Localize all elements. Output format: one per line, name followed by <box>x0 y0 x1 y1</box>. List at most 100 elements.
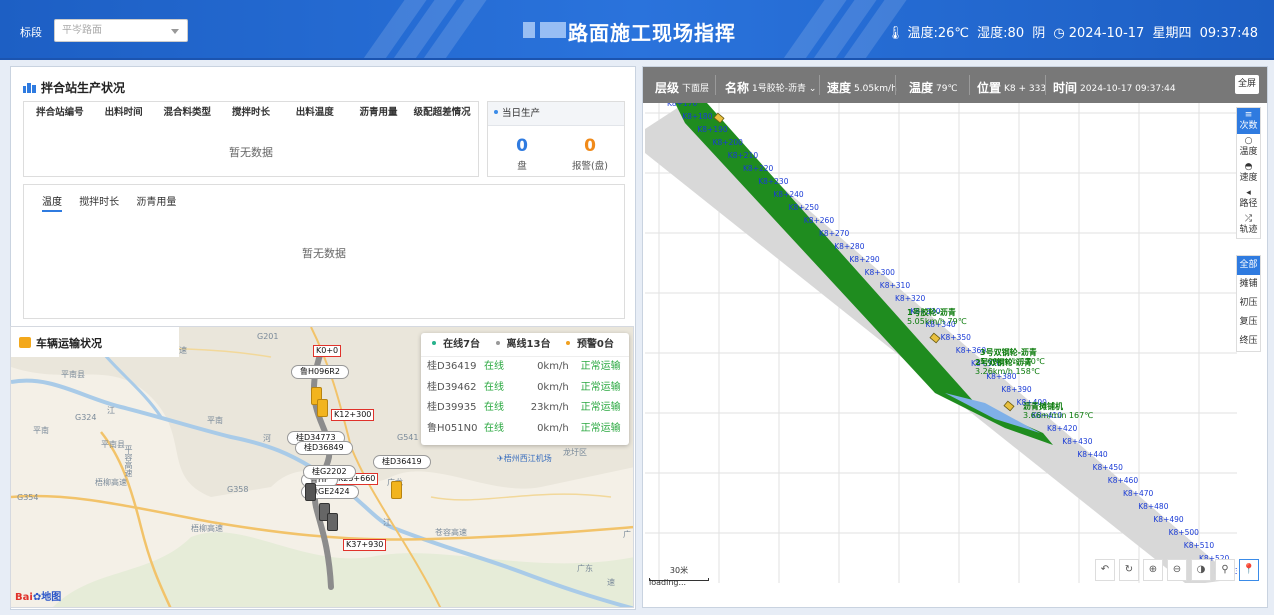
km-marker: K0+0 <box>313 345 342 357</box>
station-label: K8+300 <box>865 268 896 277</box>
truck-icon[interactable] <box>327 513 338 531</box>
position-info: 位置 K8 + 333 <box>977 79 1046 96</box>
chart-tabs-box: 温度 搅拌时长 沥青用量 暂无数据 <box>23 184 625 319</box>
vehicle-row[interactable]: 桂D36419 在线 0km/h 正常运输 <box>421 357 629 378</box>
map-label: G354 <box>17 493 39 502</box>
undo-icon[interactable]: ↶ <box>1095 559 1115 581</box>
vehicle-plate[interactable]: 桂D36419 <box>373 455 431 469</box>
station-label: K8+460 <box>1108 476 1139 485</box>
station-label: K8+440 <box>1077 450 1108 459</box>
vehicle-plate[interactable]: 桂D36849 <box>295 441 353 455</box>
filter-initial-press[interactable]: 初压 <box>1237 294 1260 313</box>
km-marker: K37+930 <box>343 539 387 551</box>
thermometer-icon: 🌡 <box>886 26 904 41</box>
map-label: 江 <box>383 518 391 527</box>
station-label: K8+170 <box>667 103 698 108</box>
machine-info: 3.26km/h 158℃ <box>975 367 1040 376</box>
station-label: K8+200 <box>713 138 744 147</box>
truck-icon[interactable] <box>391 481 402 499</box>
divider <box>969 75 970 95</box>
station-label: K8+210 <box>728 151 759 160</box>
truck-icon[interactable] <box>305 483 316 501</box>
tool-count[interactable]: ≡ 次数 <box>1237 108 1260 134</box>
zoom-in-icon[interactable]: ⊕ <box>1143 559 1163 581</box>
column-header: 搅拌时长 <box>232 107 271 118</box>
refresh-icon[interactable]: ↻ <box>1119 559 1139 581</box>
station-label: K8+240 <box>773 190 804 199</box>
tool-path-label: 路径 <box>1239 199 1258 209</box>
machine-name: 沥青摊铺机 <box>1023 401 1063 411</box>
map-label: 速 <box>179 346 187 355</box>
tool-path[interactable]: ◂ 路径 <box>1237 186 1260 212</box>
station-label: K8+190 <box>697 125 728 134</box>
name-info[interactable]: 名称 1号胶轮-沥青 ⌄ <box>725 79 816 96</box>
station-label: K8+310 <box>880 281 911 290</box>
km-marker: K12+300 <box>331 409 375 421</box>
station-label: K8+490 <box>1153 515 1184 524</box>
vehicle-status: 在线 <box>484 402 505 413</box>
map-label: G541 <box>397 433 419 442</box>
speed-label: 速度 <box>827 81 852 95</box>
chart-tabs: 温度 搅拌时长 沥青用量 <box>42 193 190 212</box>
today-title-text: 当日生产 <box>502 108 541 119</box>
filter-all[interactable]: 全部 <box>1237 256 1260 275</box>
station-label: K8+510 <box>1184 541 1215 550</box>
vehicle-title-text: 车辆运输状况 <box>36 337 102 350</box>
top-bar: 标段 平岑路面 路面施工现场指挥 🌡 温度:26℃ 湿度:80 阴 ◷ 2024-1… <box>0 0 1274 60</box>
station-label: K8+250 <box>789 203 820 212</box>
vehicle-plate[interactable]: 桂G2202 <box>303 465 356 479</box>
tab-asphalt-usage[interactable]: 沥青用量 <box>136 197 176 208</box>
map-label: 广 <box>623 530 631 539</box>
vehicle-row[interactable]: 桂D39462 在线 0km/h 正常运输 <box>421 378 629 399</box>
column-header: 出料温度 <box>295 107 334 118</box>
vehicle-row[interactable]: 桂D39935 在线 23km/h 正常运输 <box>421 398 629 419</box>
contrast-icon[interactable]: ◑ <box>1191 559 1211 581</box>
zoom-out-icon[interactable]: ⊖ <box>1167 559 1187 581</box>
vehicle-plate[interactable]: 鲁H096R2 <box>291 365 349 379</box>
road-map-canvas: K8+170 K8+180 K8+190 K8+200 K8+210 K8+220 K8+2… <box>645 103 1237 583</box>
station-label: K8+390 <box>1001 385 1032 394</box>
column-header: 混合料类型 <box>163 107 212 118</box>
today-production: 当日生产 0 盘 0 报警(盘) <box>487 101 625 177</box>
machine-info: 5.05km/h 79℃ <box>907 317 967 326</box>
baidu-logo: Bai✿地图 <box>15 588 61 603</box>
truck-icon[interactable] <box>317 399 328 417</box>
pin-icon[interactable]: ⚲ <box>1215 559 1235 581</box>
tool-track[interactable]: ⤮ 轨迹 <box>1237 212 1260 238</box>
name-value: 1号胶轮-沥青 <box>752 84 806 94</box>
filter-paving[interactable]: 摊铺 <box>1237 275 1260 294</box>
station-label: K8+290 <box>849 255 880 264</box>
station-label: K8+480 <box>1138 502 1169 511</box>
filter-final-press[interactable]: 终压 <box>1237 332 1260 351</box>
car-icon: ◓ <box>1244 162 1253 172</box>
vehicle-row[interactable]: 鲁H051N0 在线 0km/h 正常运输 <box>421 419 629 440</box>
bus-icon <box>19 337 31 348</box>
vehicle-state: 正常运输 <box>580 422 621 434</box>
section-select[interactable]: 平岑路面 <box>54 19 188 42</box>
vehicle-map[interactable]: 平南县 平南 平南县 G201 G324 平南 平容高速 梧柳高速 梧柳高速 G… <box>10 326 634 608</box>
legend-warning: 预警0台 <box>565 339 618 350</box>
section-label: 标段 <box>20 26 42 39</box>
header-status: 🌡 温度:26℃ 湿度:80 阴 ◷ 2024-10-17 星期四 09:37:48 <box>883 22 1258 41</box>
temp-value: 79℃ <box>936 84 958 94</box>
fullscreen-button[interactable]: 全屏 <box>1235 75 1259 94</box>
vehicle-status-card: 在线7台 离线13台 预警0台 桂D36419 在线 0km/h 正常运输 桂D3946… <box>421 333 629 445</box>
map-label: 平南县 <box>101 440 125 449</box>
circle-icon: ○ <box>1244 136 1253 146</box>
tab-mix-duration[interactable]: 搅拌时长 <box>79 197 119 208</box>
path-icon: ◂ <box>1246 188 1251 198</box>
filter-re-press[interactable]: 复压 <box>1237 313 1260 332</box>
filter-tools: 全部 摊铺 初压 复压 终压 <box>1236 255 1261 352</box>
locate-icon[interactable]: 📍 <box>1239 559 1259 581</box>
machine-name: 1号胶轮-沥青 <box>907 307 956 317</box>
speed-info: 速度 5.05km/h <box>827 79 897 96</box>
tab-temperature[interactable]: 温度 <box>42 197 62 212</box>
tool-temperature[interactable]: ○ 温度 <box>1237 134 1260 160</box>
time: 09:37:48 <box>1199 26 1258 41</box>
road-map[interactable]: K8+170 K8+180 K8+190 K8+200 K8+210 K8+220 K8+2… <box>645 103 1237 583</box>
vehicle-speed: 0km/h <box>537 381 569 393</box>
humidity: 湿度:80 <box>977 26 1025 41</box>
divider <box>895 75 896 95</box>
tool-speed[interactable]: ◓ 速度 <box>1237 160 1260 186</box>
mixing-title: 拌合站生产状况 <box>41 81 126 95</box>
